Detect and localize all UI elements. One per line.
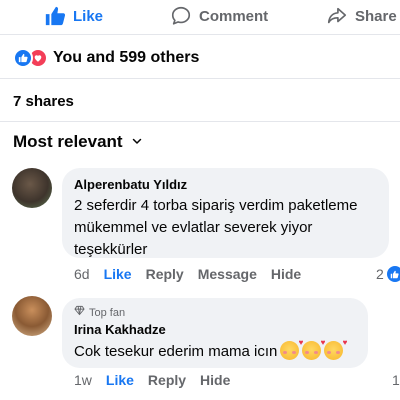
comment-timestamp[interactable]: 1w bbox=[74, 372, 92, 388]
reaction-summary[interactable]: You and 599 others bbox=[13, 48, 199, 68]
top-fan-label: Top fan bbox=[89, 306, 126, 319]
avatar[interactable] bbox=[12, 168, 52, 208]
diamond-icon bbox=[74, 305, 89, 320]
like-button[interactable]: Like bbox=[44, 5, 103, 27]
comment-text: 2 seferdir 4 torba sipariş verdim paketl… bbox=[74, 197, 358, 258]
like-reaction-icon bbox=[13, 48, 33, 68]
comment-sort-dropdown[interactable]: Most relevant bbox=[13, 132, 143, 152]
reaction-icons bbox=[13, 48, 49, 68]
comment-timestamp[interactable]: 6d bbox=[74, 266, 90, 282]
comment-hide-link[interactable]: Hide bbox=[200, 372, 230, 388]
like-button-label: Like bbox=[73, 7, 104, 25]
chevron-down-icon bbox=[123, 132, 143, 152]
share-button-label: Share bbox=[355, 7, 397, 25]
post-action-bar: Like Comment Share bbox=[0, 0, 400, 34]
comment-button-label: Comment bbox=[199, 7, 269, 25]
comment-reaction-count[interactable]: 1 bbox=[392, 372, 400, 388]
comment-reaction-number: 1 bbox=[392, 372, 400, 388]
comment-reaction-number: 2 bbox=[376, 266, 384, 282]
like-reaction-icon bbox=[386, 266, 400, 282]
comment-reply-link[interactable]: Reply bbox=[146, 266, 184, 282]
comment-actions: 6d Like Reply Message Hide bbox=[74, 266, 315, 282]
comment-like-link[interactable]: Like bbox=[104, 266, 132, 282]
comment-message-link[interactable]: Message bbox=[198, 266, 257, 282]
comment-like-link[interactable]: Like bbox=[106, 372, 134, 388]
comment-reaction-count[interactable]: 2 bbox=[376, 266, 400, 282]
divider bbox=[0, 78, 400, 79]
comment-reply-link[interactable]: Reply bbox=[148, 372, 186, 388]
sort-label: Most relevant bbox=[13, 132, 123, 151]
reaction-count-text: You and 599 others bbox=[53, 49, 200, 66]
comment-text-line: Cok tesekur ederim mama icın ♥ ♥ ♥ bbox=[74, 339, 356, 363]
comment-hide-link[interactable]: Hide bbox=[271, 266, 301, 282]
smiling-face-with-hearts-icon: ♥ bbox=[302, 339, 325, 360]
comment-icon bbox=[170, 5, 192, 27]
comment-button[interactable]: Comment bbox=[170, 5, 268, 27]
comment-bubble: Alperenbatu Yıldız 2 seferdir 4 torba si… bbox=[62, 168, 389, 258]
comment-text: Cok tesekur ederim mama icın bbox=[74, 343, 278, 360]
divider bbox=[0, 34, 400, 35]
shares-count[interactable]: 7 shares bbox=[13, 93, 74, 110]
top-fan-badge: Top fan bbox=[74, 305, 356, 320]
comment-author[interactable]: Alperenbatu Yıldız bbox=[74, 176, 377, 193]
comment-actions: 1w Like Reply Hide bbox=[74, 372, 244, 388]
avatar[interactable] bbox=[12, 296, 52, 336]
thumbs-up-icon bbox=[44, 5, 66, 27]
smiling-face-with-hearts-icon: ♥ bbox=[324, 339, 347, 360]
comment-bubble: Top fan Irina Kakhadze Cok tesekur ederi… bbox=[62, 298, 368, 368]
divider bbox=[0, 121, 400, 122]
comment-author[interactable]: Irina Kakhadze bbox=[74, 321, 356, 338]
share-button[interactable]: Share bbox=[326, 5, 397, 27]
smiling-face-with-hearts-icon: ♥ bbox=[280, 339, 303, 360]
share-icon bbox=[326, 5, 348, 27]
